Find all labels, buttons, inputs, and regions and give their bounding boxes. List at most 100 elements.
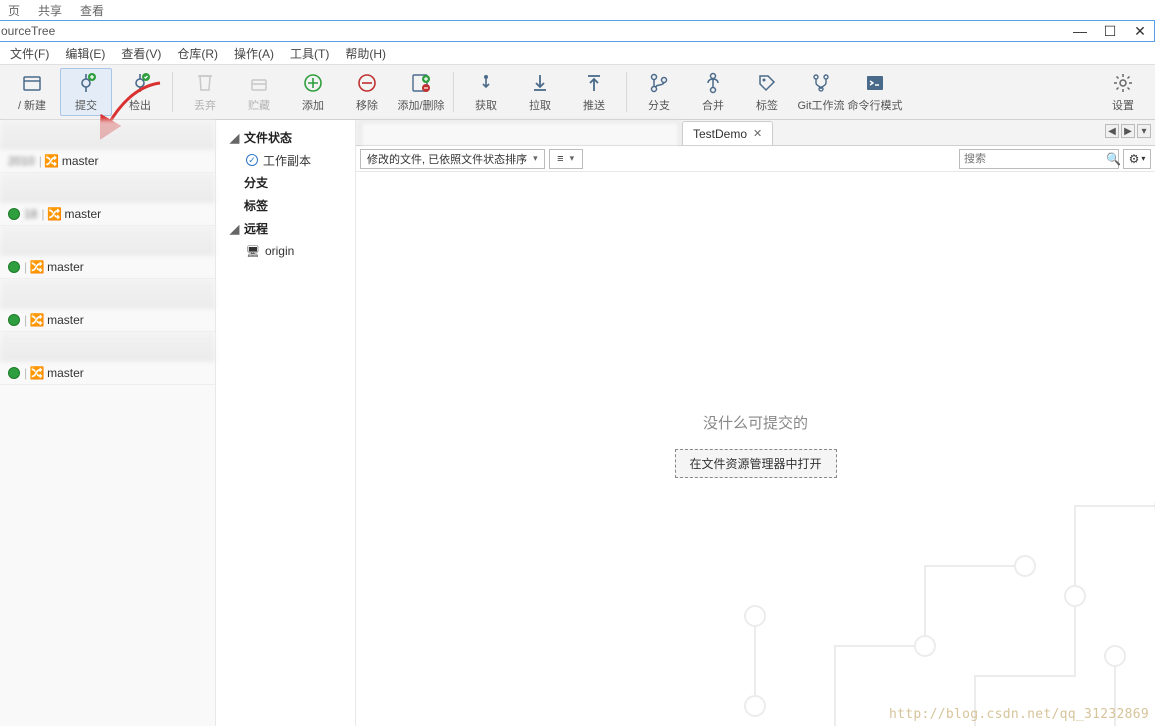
menu-repo[interactable]: 仓库(R) — [177, 45, 218, 62]
tag-button[interactable]: 标签 — [741, 68, 793, 116]
push-label: 推送 — [583, 97, 605, 113]
open-explorer-button[interactable]: 在文件资源管理器中打开 — [674, 449, 836, 478]
branch-icon — [647, 71, 671, 95]
terminal-icon — [863, 71, 887, 95]
menu-edit[interactable]: 编辑(E) — [65, 45, 105, 62]
menubar: 文件(F) 编辑(E) 查看(V) 仓库(R) 操作(A) 工具(T) 帮助(H… — [0, 42, 1155, 64]
remove-icon — [355, 71, 379, 95]
menu-tools[interactable]: 工具(T) — [290, 45, 329, 62]
menu-file[interactable]: 文件(F) — [10, 45, 49, 62]
pull-button[interactable]: 拉取 — [514, 68, 566, 116]
filter-bar: 修改的文件, 已依照文件状态排序 ▾ ≡ ▾ 🔍 ⚙▾ — [356, 146, 1155, 172]
terminal-button[interactable]: 命令行模式 — [849, 68, 901, 116]
terminal-label: 命令行模式 — [848, 97, 903, 113]
search-box[interactable]: 🔍 — [959, 149, 1119, 169]
filter-dropdown[interactable]: 修改的文件, 已依照文件状态排序 ▾ — [360, 149, 545, 169]
tab-menu-icon[interactable]: ▾ — [1137, 124, 1151, 138]
tree-file-status[interactable]: ◢文件状态 — [216, 126, 355, 149]
gitflow-label: Git工作流 — [797, 97, 844, 113]
close-button[interactable]: ✕ — [1132, 23, 1148, 40]
checkout-button[interactable]: 检出 — [114, 68, 166, 116]
push-button[interactable]: 推送 — [568, 68, 620, 116]
tree-working-copy[interactable]: ✓工作副本 — [216, 149, 355, 171]
tab-label: TestDemo — [693, 127, 747, 141]
stash-button[interactable]: 贮藏 — [233, 68, 285, 116]
tag-icon — [755, 71, 779, 95]
maximize-button[interactable]: ☐ — [1102, 23, 1118, 40]
minimize-button[interactable]: — — [1072, 23, 1088, 40]
tab-prev-icon[interactable]: ◀ — [1105, 124, 1119, 138]
list-icon: ≡ — [557, 153, 563, 165]
add-icon — [301, 71, 325, 95]
branch-small-icon: 🔀 — [46, 155, 58, 167]
repo-item[interactable]: |🔀master — [0, 309, 215, 331]
check-icon: ✓ — [246, 154, 258, 166]
window-title: ourceTree — [1, 24, 55, 38]
branch-small-icon: 🔀 — [31, 261, 43, 273]
tab-close-icon[interactable]: ✕ — [753, 127, 762, 140]
tree-origin[interactable]: 🖥origin — [216, 240, 355, 262]
push-icon — [582, 71, 606, 95]
ribbon-item[interactable]: 页 — [8, 2, 20, 19]
branch-small-icon: 🔀 — [31, 367, 43, 379]
chevron-down-icon: ▾ — [570, 153, 575, 164]
tree-panel: ◢文件状态 ✓工作副本 分支 标签 ◢远程 🖥origin — [216, 120, 356, 726]
stash-icon — [247, 71, 271, 95]
commit-button[interactable]: 提交 — [60, 68, 112, 116]
tree-branches[interactable]: 分支 — [216, 171, 355, 194]
status-dot-icon — [8, 314, 20, 326]
checkout-icon — [128, 71, 152, 95]
tab-blurred[interactable] — [360, 121, 680, 145]
menu-help[interactable]: 帮助(H) — [345, 45, 386, 62]
empty-state: 没什么可提交的 在文件资源管理器中打开 — [674, 412, 836, 478]
repo-item[interactable]: |🔀master — [0, 256, 215, 278]
settings-label: 设置 — [1112, 97, 1134, 113]
status-dot-icon — [8, 261, 20, 273]
new-icon — [20, 71, 44, 95]
options-button[interactable]: ⚙▾ — [1123, 149, 1151, 169]
remove-button[interactable]: 移除 — [341, 68, 393, 116]
menu-view[interactable]: 查看(V) — [121, 45, 161, 62]
ribbon-item[interactable]: 共享 — [38, 2, 62, 19]
settings-button[interactable]: 设置 — [1097, 68, 1149, 116]
add-remove-label: 添加/删除 — [397, 97, 444, 113]
commit-icon — [74, 71, 98, 95]
repo-item[interactable]: 18|🔀master — [0, 203, 215, 225]
gitflow-button[interactable]: Git工作流 — [795, 68, 847, 116]
discard-icon — [193, 71, 217, 95]
chevron-down-icon: ▾ — [1141, 154, 1145, 163]
new-button[interactable]: / 新建 — [6, 68, 58, 116]
repo-item[interactable]: |🔀master — [0, 362, 215, 384]
repo-sidebar: 2010|🔀master 18|🔀master |🔀master |🔀maste… — [0, 120, 216, 726]
content-area: 没什么可提交的 在文件资源管理器中打开 — [356, 172, 1155, 726]
tab-testdemo[interactable]: TestDemo ✕ — [682, 121, 773, 145]
toolbar: / 新建 提交 检出 丢弃 贮藏 添加 移除 添加/删除 获取 拉取 — [0, 64, 1155, 120]
discard-button[interactable]: 丢弃 — [179, 68, 231, 116]
remove-label: 移除 — [356, 97, 378, 113]
tree-remotes[interactable]: ◢远程 — [216, 217, 355, 240]
branch-button[interactable]: 分支 — [633, 68, 685, 116]
merge-button[interactable]: 合并 — [687, 68, 739, 116]
pull-icon — [528, 71, 552, 95]
new-label: / 新建 — [18, 97, 46, 113]
remote-icon: 🖥 — [246, 245, 260, 258]
tab-next-icon[interactable]: ▶ — [1121, 124, 1135, 138]
main-panel: TestDemo ✕ ◀ ▶ ▾ 修改的文件, 已依照文件状态排序 ▾ ≡ ▾ … — [356, 120, 1155, 726]
view-mode-dropdown[interactable]: ≡ ▾ — [549, 149, 583, 169]
menu-action[interactable]: 操作(A) — [234, 45, 274, 62]
tree-tags[interactable]: 标签 — [216, 194, 355, 217]
repo-item[interactable]: 2010|🔀master — [0, 150, 215, 172]
gitflow-icon — [809, 71, 833, 95]
fetch-icon — [474, 71, 498, 95]
branch-label: 分支 — [648, 97, 670, 113]
commit-label: 提交 — [75, 97, 97, 113]
ribbon-item[interactable]: 查看 — [80, 2, 104, 19]
tag-label: 标签 — [756, 97, 778, 113]
merge-icon — [701, 71, 725, 95]
ribbon-menu: 页 共享 查看 — [0, 0, 1155, 20]
branch-small-icon: 🔀 — [31, 314, 43, 326]
add-button[interactable]: 添加 — [287, 68, 339, 116]
add-remove-button[interactable]: 添加/删除 — [395, 68, 447, 116]
fetch-button[interactable]: 获取 — [460, 68, 512, 116]
search-input[interactable] — [964, 153, 1106, 165]
